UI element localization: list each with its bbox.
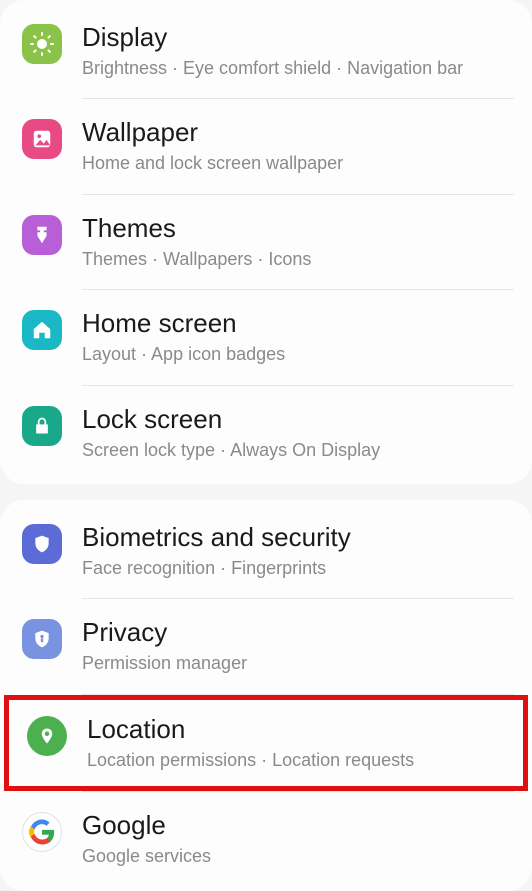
settings-item-subtitle: Home and lock screen wallpaper	[82, 152, 510, 175]
settings-item-home-screen[interactable]: Home screen Layout · App icon badges	[0, 290, 532, 384]
settings-item-subtitle: Themes · Wallpapers · Icons	[82, 248, 510, 271]
settings-item-title: Themes	[82, 213, 510, 244]
settings-item-themes[interactable]: Themes Themes · Wallpapers · Icons	[0, 195, 532, 289]
settings-item-title: Home screen	[82, 308, 510, 339]
settings-group-security: Biometrics and security Face recognition…	[0, 500, 532, 891]
settings-item-title: Lock screen	[82, 404, 510, 435]
settings-group-display: Display Brightness · Eye comfort shield …	[0, 0, 532, 484]
settings-item-title: Wallpaper	[82, 117, 510, 148]
settings-item-text: Biometrics and security Face recognition…	[82, 522, 510, 580]
settings-item-text: Wallpaper Home and lock screen wallpaper	[82, 117, 510, 175]
settings-item-text: Lock screen Screen lock type · Always On…	[82, 404, 510, 462]
lock-icon	[22, 406, 62, 446]
settings-item-subtitle: Layout · App icon badges	[82, 343, 510, 366]
wallpaper-icon	[22, 119, 62, 159]
settings-item-wallpaper[interactable]: Wallpaper Home and lock screen wallpaper	[0, 99, 532, 193]
settings-item-title: Privacy	[82, 617, 510, 648]
settings-item-text: Google Google services	[82, 810, 510, 868]
settings-item-subtitle: Face recognition · Fingerprints	[82, 557, 510, 580]
display-icon	[22, 24, 62, 64]
settings-item-display[interactable]: Display Brightness · Eye comfort shield …	[0, 4, 532, 98]
settings-item-title: Biometrics and security	[82, 522, 510, 553]
settings-item-text: Privacy Permission manager	[82, 617, 510, 675]
settings-item-biometrics[interactable]: Biometrics and security Face recognition…	[0, 504, 532, 598]
location-pin-icon	[27, 716, 67, 756]
shield-icon	[22, 524, 62, 564]
google-icon	[22, 812, 62, 852]
settings-item-title: Google	[82, 810, 510, 841]
settings-item-title: Location	[87, 714, 505, 745]
settings-item-text: Home screen Layout · App icon badges	[82, 308, 510, 366]
settings-item-privacy[interactable]: Privacy Permission manager	[0, 599, 532, 693]
themes-icon	[22, 215, 62, 255]
settings-item-title: Display	[82, 22, 510, 53]
settings-item-location[interactable]: Location Location permissions · Location…	[4, 695, 528, 791]
settings-item-google[interactable]: Google Google services	[0, 792, 532, 886]
settings-item-text: Location Location permissions · Location…	[87, 714, 505, 772]
settings-item-subtitle: Screen lock type · Always On Display	[82, 439, 510, 462]
settings-item-text: Themes Themes · Wallpapers · Icons	[82, 213, 510, 271]
settings-item-subtitle: Location permissions · Location requests	[87, 749, 505, 772]
privacy-shield-icon	[22, 619, 62, 659]
settings-item-subtitle: Google services	[82, 845, 510, 868]
settings-item-subtitle: Brightness · Eye comfort shield · Naviga…	[82, 57, 510, 80]
settings-item-subtitle: Permission manager	[82, 652, 510, 675]
settings-item-text: Display Brightness · Eye comfort shield …	[82, 22, 510, 80]
home-icon	[22, 310, 62, 350]
settings-item-lock-screen[interactable]: Lock screen Screen lock type · Always On…	[0, 386, 532, 480]
